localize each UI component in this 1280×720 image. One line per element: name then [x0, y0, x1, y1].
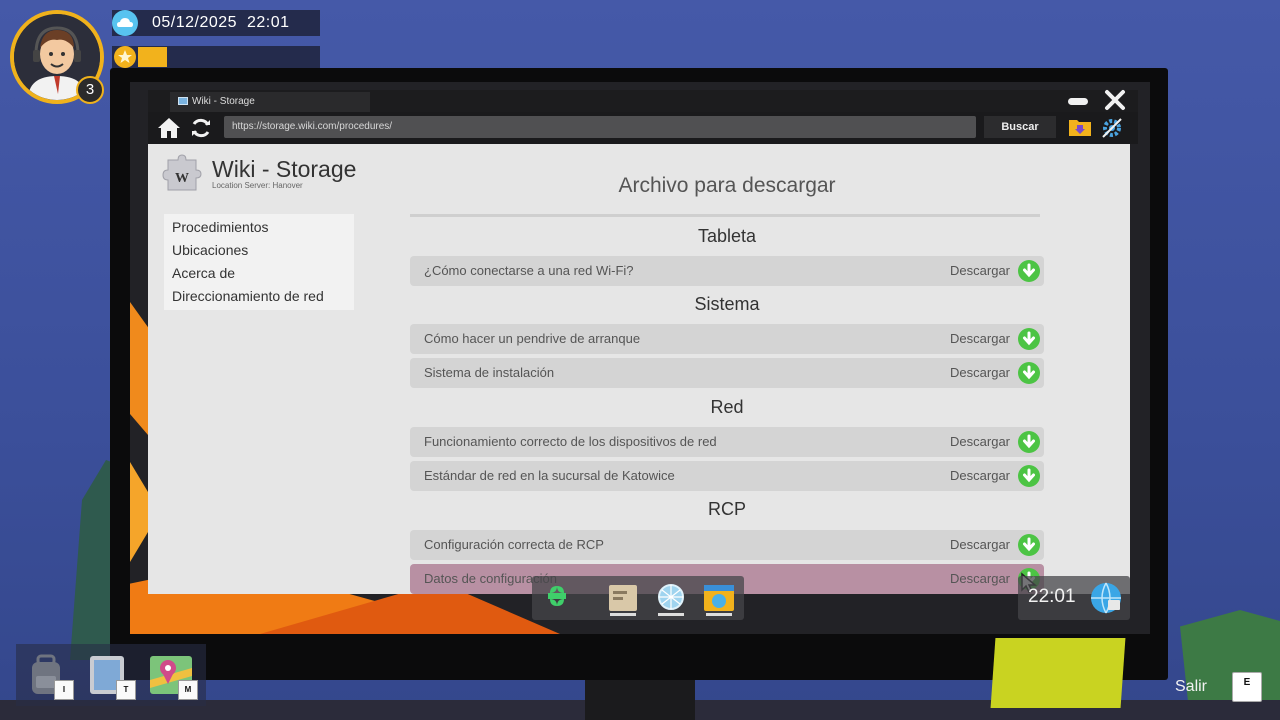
exit-label: Salir: [1175, 678, 1208, 695]
file-name: Sistema de instalación: [424, 365, 555, 380]
dock-app-browser[interactable]: [698, 580, 740, 618]
close-icon: [1105, 90, 1125, 110]
xp-bar: [112, 46, 320, 68]
section-title: Tableta: [697, 226, 757, 246]
browser-window: Wiki - Storage https://storage.wiki.com/…: [148, 88, 1138, 596]
star-icon: [114, 46, 136, 68]
divider: [410, 214, 1040, 217]
web-page: W Wiki - Storage Location Server: Hanove…: [148, 144, 1130, 594]
nav-ubicaciones[interactable]: Ubicaciones: [172, 239, 354, 262]
download-icon[interactable]: [1018, 260, 1040, 282]
browser-tab[interactable]: Wiki - Storage: [170, 92, 370, 112]
download-link[interactable]: Descargar: [950, 358, 1010, 388]
settings-icon[interactable]: [1100, 116, 1124, 140]
cloud-weather-icon: [112, 10, 138, 36]
download-row[interactable]: Sistema de instalación Descargar: [410, 358, 1044, 388]
download-link[interactable]: Descargar: [950, 530, 1010, 560]
xp-fill: [138, 47, 167, 67]
quick-inventory: I T M: [16, 644, 206, 706]
active-indicator: [658, 613, 684, 616]
svg-text:W: W: [175, 171, 189, 186]
minimize-button[interactable]: [1068, 98, 1088, 105]
site-title: Wiki - Storage: [212, 156, 357, 182]
hotkey-label: M: [178, 680, 198, 700]
download-link[interactable]: Descargar: [950, 461, 1010, 491]
map-slot[interactable]: M: [148, 650, 198, 700]
sticky-note[interactable]: [990, 638, 1126, 708]
datetime-text: 05/12/2025 22:01: [152, 14, 290, 32]
date-text: 05/12/2025: [152, 14, 238, 31]
section-title: RCP: [707, 499, 746, 519]
file-name: Estándar de red en la sucursal de Katowi…: [424, 468, 675, 483]
taskbar-dock: [532, 576, 744, 620]
download-link[interactable]: Descargar: [950, 256, 1010, 286]
url-bar[interactable]: https://storage.wiki.com/procedures/: [224, 116, 976, 138]
hotkey-label: T: [116, 680, 136, 700]
download-row[interactable]: Configuración correcta de RCP Descargar: [410, 530, 1044, 560]
backpack-slot[interactable]: I: [24, 650, 74, 700]
datetime-bar: 05/12/2025 22:01: [112, 10, 320, 36]
level-badge: 3: [76, 76, 104, 104]
download-row[interactable]: ¿Cómo conectarse a una red Wi-Fi? Descar…: [410, 256, 1044, 286]
tablet-slot[interactable]: T: [86, 650, 136, 700]
start-button[interactable]: [536, 580, 578, 618]
sidebar-nav: Procedimientos Ubicaciones Acerca de Dir…: [164, 214, 354, 310]
tab-title: Wiki - Storage: [192, 96, 255, 107]
nav-direccionamiento[interactable]: Direccionamiento de red: [172, 285, 354, 308]
section-title: Sistema: [694, 294, 760, 314]
download-icon[interactable]: [1018, 362, 1040, 384]
section-title: Red: [710, 397, 744, 417]
nav-acerca-de[interactable]: Acerca de: [172, 262, 354, 285]
file-name: ¿Cómo conectarse a una red Wi-Fi?: [424, 263, 634, 278]
nav-procedimientos[interactable]: Procedimientos: [172, 216, 354, 239]
download-link[interactable]: Descargar: [950, 324, 1010, 354]
download-icon[interactable]: [1018, 328, 1040, 350]
internet-globe-icon[interactable]: [1088, 580, 1124, 616]
time-text: 22:01: [246, 14, 290, 31]
download-link[interactable]: Descargar: [950, 564, 1010, 594]
file-name: Cómo hacer un pendrive de arranque: [424, 331, 641, 346]
download-icon[interactable]: [1018, 465, 1040, 487]
page-icon: [178, 97, 188, 105]
close-button[interactable]: [1103, 88, 1127, 112]
page-title: Archivo para descargar: [618, 174, 836, 197]
download-link[interactable]: Descargar: [950, 427, 1010, 457]
taskbar-clock: 22:01: [1018, 576, 1130, 620]
download-row[interactable]: Cómo hacer un pendrive de arranque Desca…: [410, 324, 1044, 354]
search-button[interactable]: Buscar: [984, 116, 1056, 138]
wiki-logo-icon: W: [162, 154, 202, 191]
home-icon[interactable]: [156, 116, 182, 140]
exit-hotkey[interactable]: E: [1232, 672, 1262, 702]
hotkey-label: I: [54, 680, 74, 700]
download-row[interactable]: Estándar de red en la sucursal de Katowi…: [410, 461, 1044, 491]
dock-app-notes[interactable]: [602, 580, 644, 618]
active-indicator: [706, 613, 732, 616]
browser-titlebar: Wiki - Storage: [148, 90, 1138, 112]
dock-app-network[interactable]: [650, 580, 692, 618]
clock-time: 22:01: [1028, 586, 1076, 607]
active-indicator: [610, 613, 636, 616]
download-row[interactable]: Funcionamiento correcto de los dispositi…: [410, 427, 1044, 457]
browser-toolbar: https://storage.wiki.com/procedures/ Bus…: [148, 112, 1138, 144]
file-name: Funcionamiento correcto de los dispositi…: [424, 434, 717, 449]
download-icon[interactable]: [1018, 534, 1040, 556]
refresh-icon[interactable]: [188, 116, 214, 140]
monitor-stand: [585, 680, 695, 720]
file-name: Configuración correcta de RCP: [424, 537, 604, 552]
site-subtitle: Location Server: Hanover: [212, 181, 303, 190]
start-menu-icon: [548, 586, 566, 606]
folder-download-icon[interactable]: [1068, 116, 1092, 138]
download-icon[interactable]: [1018, 431, 1040, 453]
